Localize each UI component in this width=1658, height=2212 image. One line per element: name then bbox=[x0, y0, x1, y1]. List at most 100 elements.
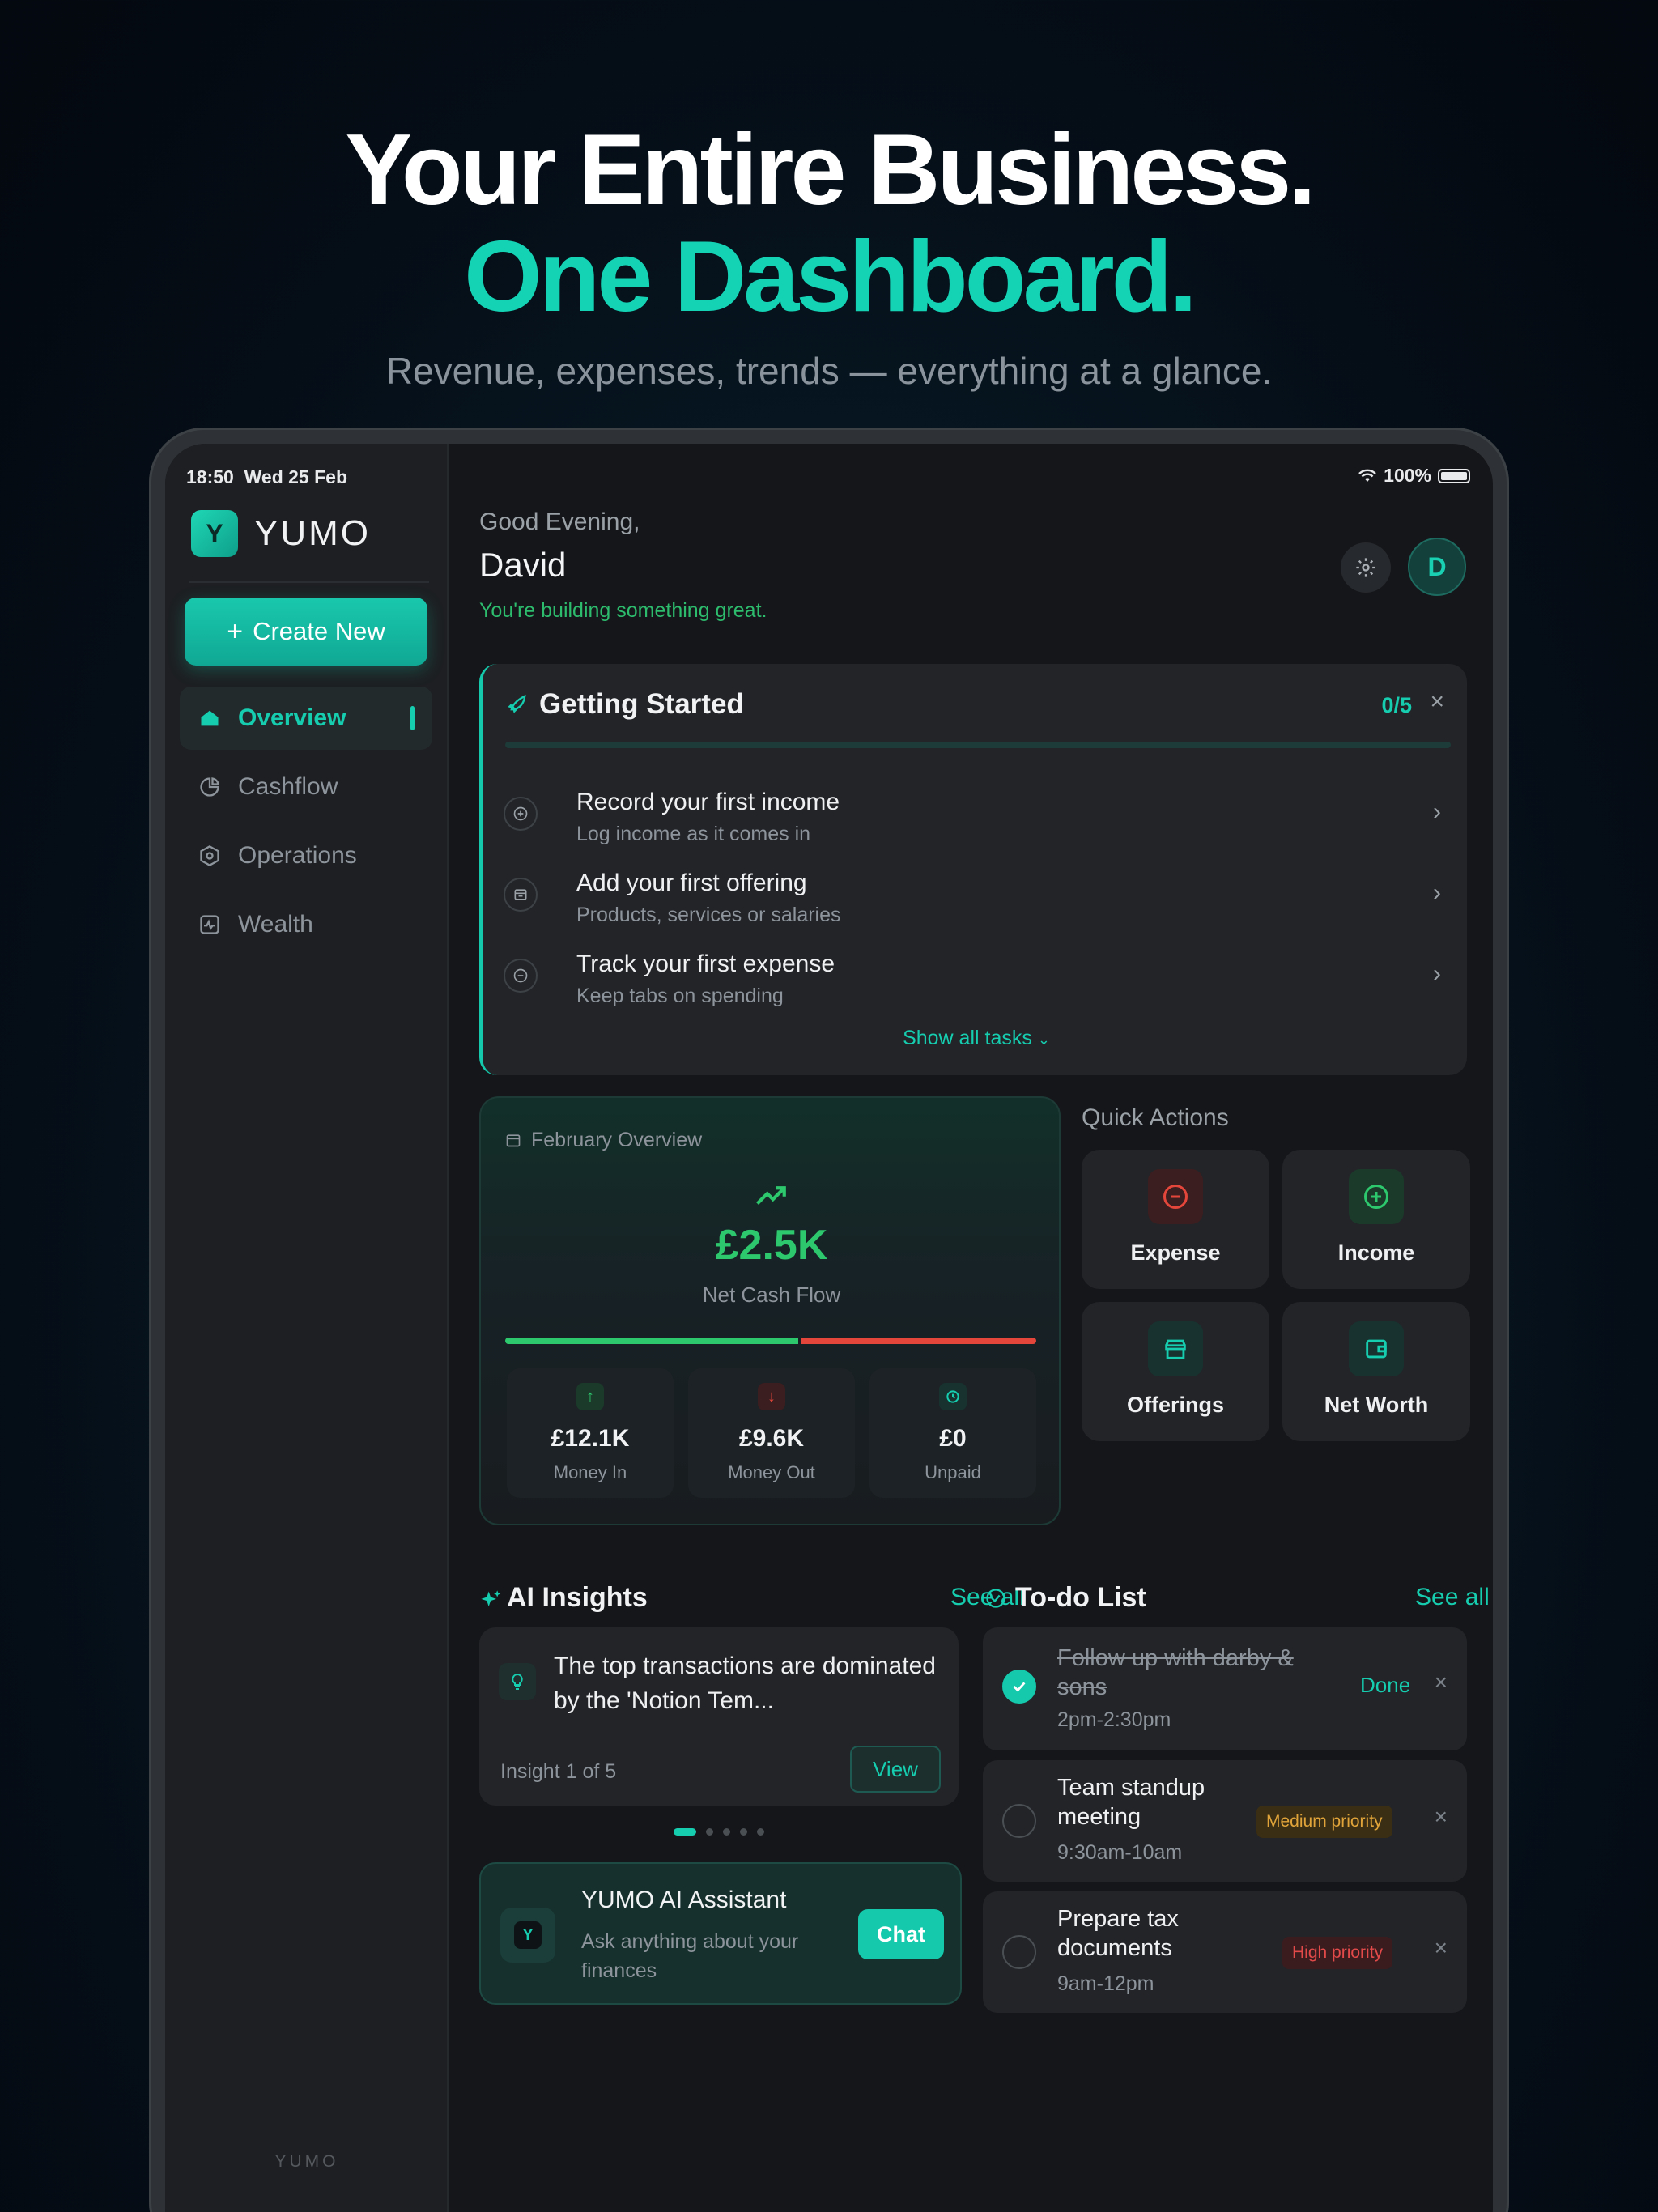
close-icon[interactable]: × bbox=[1435, 1670, 1448, 1695]
wallet-icon bbox=[1349, 1321, 1404, 1376]
task-title: Add your first offering bbox=[576, 870, 807, 896]
battery-percent: 100% bbox=[1384, 465, 1431, 486]
carousel-dot[interactable] bbox=[757, 1828, 764, 1836]
create-new-button[interactable]: + Create New bbox=[185, 598, 427, 666]
net-worth-action-button[interactable]: Net Worth bbox=[1282, 1302, 1470, 1441]
action-label: Income bbox=[1337, 1240, 1415, 1265]
show-all-label: Show all tasks bbox=[903, 1027, 1032, 1049]
carousel-dot[interactable] bbox=[723, 1828, 730, 1836]
motto: You're building something great. bbox=[479, 599, 767, 622]
todo-item[interactable]: Team standup meeting 9:30am-10am Medium … bbox=[983, 1760, 1467, 1882]
carousel-dot[interactable] bbox=[706, 1828, 713, 1836]
arrow-up-icon: ↑ bbox=[576, 1383, 604, 1410]
rocket-icon bbox=[507, 691, 529, 718]
insight-card[interactable]: The top transactions are dominated by th… bbox=[479, 1627, 959, 1806]
todo-name: Follow up with darby & sons bbox=[1057, 1645, 1294, 1700]
greeting: Good Evening, bbox=[479, 508, 640, 535]
trending-up-icon bbox=[755, 1182, 789, 1212]
sidebar-item-operations[interactable]: Operations bbox=[180, 824, 432, 887]
todo-item[interactable]: Follow up with darby & sons 2pm-2:30pm D… bbox=[983, 1627, 1467, 1750]
checkbox[interactable] bbox=[1002, 1804, 1036, 1838]
sidebar-item-wealth[interactable]: Wealth bbox=[180, 893, 432, 956]
minus-circle-icon bbox=[504, 959, 538, 993]
clock-icon bbox=[939, 1383, 967, 1410]
task-title: Record your first income bbox=[576, 789, 840, 815]
hero-subtitle: Revenue, expenses, trends — everything a… bbox=[385, 350, 1273, 392]
status-time: 18:50 bbox=[186, 466, 234, 487]
chat-button[interactable]: Chat bbox=[858, 1909, 944, 1959]
assistant-logo: Y bbox=[500, 1908, 555, 1963]
sidebar-item-label: Operations bbox=[238, 842, 357, 869]
plus-circle-icon bbox=[504, 797, 538, 831]
insight-counter: Insight 1 of 5 bbox=[500, 1760, 617, 1783]
todo-name: Prepare tax documents bbox=[1057, 1906, 1179, 1961]
show-all-tasks-link[interactable]: Show all tasks ⌄ bbox=[483, 1027, 1470, 1050]
getting-started-card: Getting Started 0/5 × Record your first … bbox=[479, 664, 1467, 1075]
priority-badge: Medium priority bbox=[1256, 1806, 1392, 1838]
sidebar-item-cashflow[interactable]: Cashflow bbox=[180, 755, 432, 819]
action-label: Expense bbox=[1130, 1240, 1221, 1265]
sparkles-icon bbox=[479, 1589, 502, 1615]
main-content: Good Evening, David You're building some… bbox=[449, 444, 1493, 2212]
carousel-dot-active[interactable] bbox=[674, 1828, 696, 1836]
stat-label: Money Out bbox=[728, 1462, 815, 1482]
battery-icon bbox=[1438, 468, 1470, 483]
active-indicator bbox=[410, 706, 414, 730]
net-cash-flow-amount: £2.5K bbox=[715, 1222, 828, 1269]
close-icon[interactable]: × bbox=[1435, 1804, 1448, 1830]
task-record-income[interactable]: Record your first income Log income as i… bbox=[500, 782, 1456, 855]
february-overview-card[interactable]: February Overview £2.5K Net Cash Flow ↑ … bbox=[479, 1096, 1061, 1525]
insight-text: The top transactions are dominated by th… bbox=[554, 1653, 936, 1714]
ai-assistant-card[interactable]: Y YUMO AI Assistant Ask anything about y… bbox=[479, 1862, 962, 2005]
getting-started-title: Getting Started bbox=[539, 688, 744, 720]
arrow-down-icon: ↓ bbox=[758, 1383, 785, 1410]
offerings-action-button[interactable]: Offerings bbox=[1082, 1302, 1269, 1441]
todo-name: Team standup meeting bbox=[1057, 1775, 1205, 1830]
settings-button[interactable] bbox=[1341, 542, 1391, 593]
plus-circle-icon bbox=[1349, 1169, 1404, 1224]
unpaid-stat: £0 Unpaid bbox=[869, 1368, 1036, 1498]
divider bbox=[189, 581, 429, 583]
action-label: Offerings bbox=[1126, 1393, 1224, 1417]
checkbox-checked[interactable] bbox=[1002, 1670, 1036, 1704]
todo-see-all-link[interactable]: See all bbox=[1415, 1584, 1490, 1611]
expense-action-button[interactable]: Expense bbox=[1082, 1150, 1269, 1289]
store-icon bbox=[1148, 1321, 1203, 1376]
tablet-frame: 18:50 Wed 25 Feb 100% Y YUMO + Create Ne… bbox=[149, 428, 1509, 2212]
lightbulb-icon bbox=[499, 1663, 536, 1700]
todo-list-title: To-do List bbox=[1015, 1582, 1146, 1613]
carousel-dots bbox=[449, 1828, 989, 1836]
quick-actions-title: Quick Actions bbox=[1082, 1104, 1229, 1131]
status-bar: 18:50 Wed 25 Feb 100% bbox=[165, 444, 1493, 500]
store-icon bbox=[504, 878, 538, 912]
logo-badge: Y bbox=[191, 510, 238, 557]
task-track-expense[interactable]: Track your first expense Keep tabs on sp… bbox=[500, 944, 1456, 1017]
todo-item[interactable]: Prepare tax documents 9am-12pm High prio… bbox=[983, 1891, 1467, 2013]
task-add-offering[interactable]: Add your first offering Products, servic… bbox=[500, 863, 1456, 936]
sidebar-item-label: Cashflow bbox=[238, 773, 338, 800]
todo-done-status: Done bbox=[1360, 1673, 1411, 1697]
avatar[interactable]: D bbox=[1408, 538, 1466, 596]
progress-count: 0/5 bbox=[1381, 693, 1412, 717]
view-insight-button[interactable]: View bbox=[850, 1746, 941, 1793]
carousel-dot[interactable] bbox=[740, 1828, 747, 1836]
hexagon-icon bbox=[198, 844, 222, 868]
assistant-title: YUMO AI Assistant bbox=[581, 1887, 787, 1913]
sidebar-item-label: Overview bbox=[238, 704, 346, 731]
close-icon[interactable]: × bbox=[1435, 1935, 1448, 1961]
stat-value: £12.1K bbox=[551, 1425, 630, 1452]
brand-logo[interactable]: Y YUMO bbox=[191, 510, 371, 557]
sidebar-item-overview[interactable]: Overview bbox=[180, 687, 432, 750]
hero-headline-accent: One Dashboard. bbox=[464, 221, 1197, 333]
net-cash-flow-label: Net Cash Flow bbox=[702, 1283, 841, 1307]
todo-time: 2pm-2:30pm bbox=[1057, 1708, 1171, 1731]
create-new-label: Create New bbox=[253, 617, 385, 645]
calendar-icon bbox=[505, 1132, 521, 1152]
sidebar-nav: Overview Cashflow Operations Wealth bbox=[180, 687, 432, 962]
stat-value: £0 bbox=[939, 1425, 967, 1452]
close-icon[interactable]: × bbox=[1430, 688, 1444, 716]
checkbox[interactable] bbox=[1002, 1935, 1036, 1969]
chevron-right-icon: › bbox=[1433, 960, 1441, 987]
income-action-button[interactable]: Income bbox=[1282, 1150, 1470, 1289]
assistant-logo-letter: Y bbox=[514, 1921, 542, 1949]
